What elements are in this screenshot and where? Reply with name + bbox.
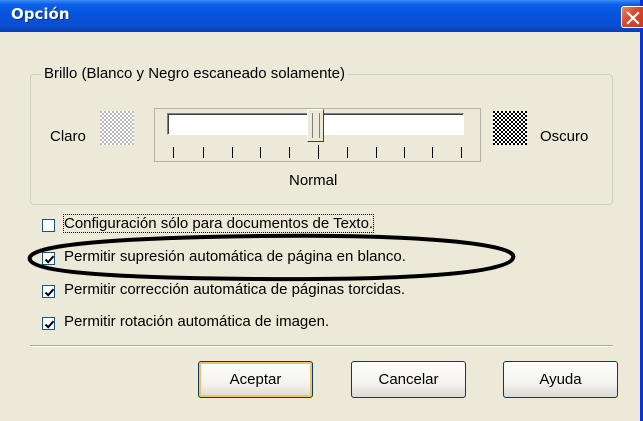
slider-tick (203, 147, 204, 158)
window-title: Opción (11, 5, 70, 23)
light-label: Claro (50, 128, 86, 145)
highlight-ellipse-annotation (27, 233, 516, 282)
text-documents-label[interactable]: Configuración sólo para documentos de Te… (62, 214, 375, 233)
auto-rotation-label[interactable]: Permitir rotación automática de imagen. (64, 313, 329, 330)
blank-page-suppression-checkbox[interactable] (42, 252, 55, 265)
skew-correction-label[interactable]: Permitir corrección automática de página… (64, 281, 405, 298)
close-button[interactable] (621, 6, 643, 28)
slider-tick (347, 147, 348, 158)
help-button[interactable]: Ayuda (503, 361, 618, 398)
brightness-group-label: Brillo (Blanco y Negro escaneado solamen… (41, 65, 348, 82)
accept-button[interactable]: Aceptar (198, 361, 313, 398)
skew-correction-checkbox[interactable] (42, 285, 55, 298)
blank-page-suppression-label[interactable]: Permitir supresión automática de página … (64, 248, 406, 265)
option-dialog: Opción Brillo (Blanco y Negro escaneado … (0, 0, 643, 421)
title-bar[interactable]: Opción (0, 0, 643, 32)
cancel-button[interactable]: Cancelar (351, 361, 466, 398)
auto-rotation-checkbox[interactable] (42, 317, 55, 330)
slider-tick-center (318, 145, 319, 159)
slider-tick (461, 147, 462, 158)
slider-tick (289, 147, 290, 158)
slider-tick (260, 147, 261, 158)
slider-tick (173, 147, 174, 158)
slider-tick (432, 147, 433, 158)
checkmark-icon (44, 255, 55, 264)
checkmark-icon (44, 288, 55, 297)
checkmark-icon (44, 320, 55, 329)
slider-tick (232, 147, 233, 158)
slider-tick (404, 147, 405, 158)
slider-tick (376, 147, 377, 158)
text-documents-checkbox[interactable] (42, 219, 55, 232)
brightness-slider-thumb[interactable] (306, 109, 324, 142)
close-icon (626, 11, 640, 25)
normal-label: Normal (289, 172, 338, 189)
dark-label: Oscuro (540, 128, 589, 145)
separator (30, 345, 613, 347)
light-pattern-icon (100, 111, 134, 145)
dark-pattern-icon (493, 111, 527, 145)
